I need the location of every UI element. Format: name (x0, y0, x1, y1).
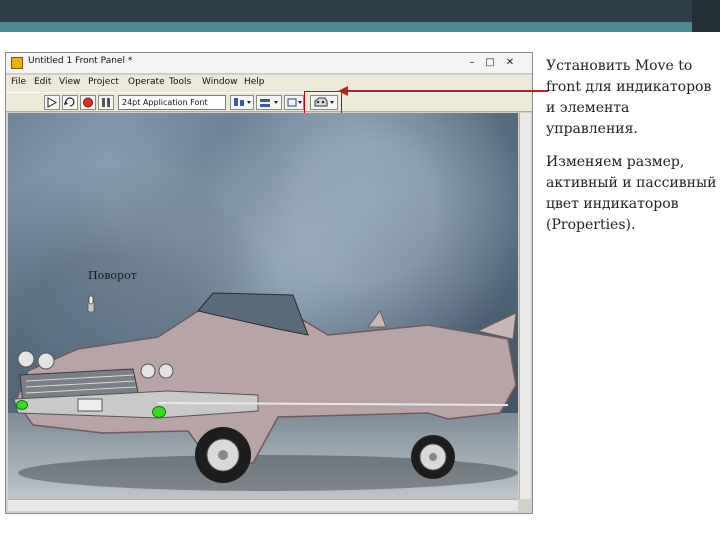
abort-icon[interactable] (80, 95, 96, 110)
slide-header-accent (0, 22, 720, 32)
menu-project[interactable]: Project (88, 77, 119, 87)
horizontal-scrollbar[interactable] (8, 499, 518, 511)
labview-app-icon (11, 57, 23, 69)
window-title: Untitled 1 Front Panel * (28, 56, 133, 66)
instruction-paragraph-2: Изменяем размер, активный и пассивный цв… (546, 154, 717, 233)
reorder-highlight-box (304, 91, 342, 115)
led-indicator-left[interactable] (16, 400, 28, 410)
labview-front-panel-window: Untitled 1 Front Panel * – □ ✕ File Edit… (5, 52, 533, 514)
distribute-icon[interactable] (256, 95, 282, 110)
window-titlebar[interactable]: Untitled 1 Front Panel * – □ ✕ (6, 53, 532, 74)
run-arrow-icon[interactable] (44, 95, 60, 110)
front-panel-canvas[interactable]: Поворот (8, 113, 518, 511)
menu-operate[interactable]: Operate (128, 77, 165, 87)
resize-icon[interactable] (284, 95, 304, 110)
menu-tools[interactable]: Tools (169, 77, 191, 87)
pause-icon[interactable] (98, 95, 114, 110)
slide-header-corner (692, 0, 720, 32)
menu-edit[interactable]: Edit (34, 77, 51, 87)
instruction-paragraph-1: Установить Move to front для индикаторов… (546, 58, 712, 137)
menu-window[interactable]: Window (202, 77, 238, 87)
align-icon[interactable] (230, 95, 254, 110)
cadillac-car-image (13, 292, 518, 491)
run-continuously-icon[interactable] (62, 95, 78, 110)
close-button[interactable]: ✕ (502, 55, 518, 70)
slide-header-bar (0, 0, 720, 22)
menu-file[interactable]: File (11, 77, 26, 87)
menu-help[interactable]: Help (244, 77, 265, 87)
menu-view[interactable]: View (59, 77, 80, 87)
minimize-button[interactable]: – (464, 55, 480, 70)
pointer-arrow-icon (338, 86, 548, 96)
vertical-scrollbar[interactable] (519, 113, 531, 499)
slide-text: Установить Move to front для индикаторов… (546, 56, 718, 248)
maximize-button[interactable]: □ (482, 55, 498, 70)
led-indicator-right[interactable] (152, 406, 166, 418)
font-selector[interactable]: 24pt Application Font (118, 95, 226, 110)
